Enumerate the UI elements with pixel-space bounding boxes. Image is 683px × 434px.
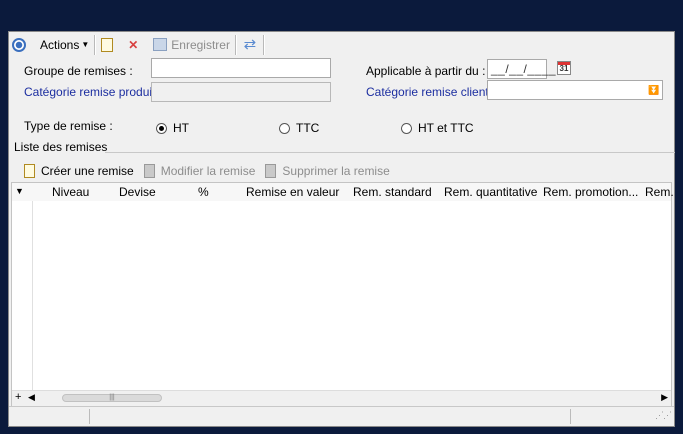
radio-ht-label: HT (173, 121, 189, 135)
toolbar-separator (234, 34, 237, 55)
radio-ttc-button[interactable] (279, 122, 290, 134)
row-selector-icon[interactable]: ▼ (15, 186, 24, 196)
radio-ht-ttc[interactable]: HT et TTC (401, 121, 474, 135)
date-input[interactable]: __/__/____ (487, 59, 556, 79)
scroll-right-icon[interactable]: ▶ (661, 392, 668, 403)
groupe-input[interactable] (151, 58, 331, 78)
modify-button[interactable]: Modifier la remise (141, 160, 259, 182)
toolbar-separator (262, 34, 265, 55)
categorie-produit-field (151, 82, 331, 102)
delete-remise-button[interactable]: Supprimer la remise (262, 160, 392, 182)
remises-grid[interactable]: ▼ Niveau Devise % Remise en valeur Rem. … (11, 182, 674, 407)
groupe-label: Groupe de remises : (24, 64, 133, 78)
status-separator (89, 409, 90, 424)
column-header[interactable]: Rem. (645, 185, 674, 199)
create-label: Créer une remise (41, 164, 134, 178)
radio-ht-button[interactable] (156, 122, 167, 134)
refresh-icon: ⇄ (243, 35, 257, 53)
delete-icon: ✕ (128, 37, 139, 52)
status-bar: ⋰⋰ (9, 406, 674, 426)
toolbar-separator (94, 34, 97, 55)
column-header[interactable]: % (198, 185, 209, 199)
resize-grip-icon[interactable]: ⋰⋰ (655, 410, 672, 421)
create-button[interactable]: Créer une remise (21, 160, 137, 182)
new-button[interactable] (98, 34, 116, 56)
calendar-icon[interactable]: 31 (557, 61, 571, 75)
refresh-button[interactable]: ⇄ (239, 34, 261, 56)
document-icon (24, 164, 35, 178)
grid-header: ▼ Niveau Devise % Remise en valeur Rem. … (12, 183, 674, 201)
actions-label: Actions (40, 37, 80, 52)
list-title: Liste des remises (14, 140, 108, 154)
actions-menu[interactable]: Actions ▼ (37, 34, 92, 56)
type-label: Type de remise : (24, 119, 113, 133)
column-header[interactable]: Rem. quantitative (444, 185, 537, 199)
chevron-down-icon[interactable]: ⏬ (647, 82, 661, 98)
categorie-client-select[interactable]: ⏬ (487, 80, 663, 100)
circle-icon (12, 37, 26, 52)
delete-remise-label: Supprimer la remise (282, 164, 390, 178)
scrollbar-thumb[interactable]: ||| (62, 394, 162, 402)
dropdown-arrow-icon: ▼ (81, 40, 90, 49)
categorie-client-label[interactable]: Catégorie remise client : (366, 85, 495, 99)
group-divider (105, 152, 675, 153)
row-header-divider (32, 201, 33, 391)
save-icon (153, 38, 168, 51)
radio-ht[interactable]: HT (156, 121, 189, 135)
list-toolbar: Créer une remise Modifier la remise Supp… (9, 160, 674, 182)
categorie-produit-label[interactable]: Catégorie remise produit : (24, 85, 162, 99)
scroll-left-icon[interactable]: ◀ (28, 392, 35, 403)
save-label: Enregistrer (171, 37, 230, 52)
applicable-label: Applicable à partir du : (366, 64, 486, 78)
column-header[interactable]: Rem. promotion... (543, 185, 638, 199)
status-separator (570, 409, 571, 424)
date-value: __/__/____ (491, 62, 557, 76)
new-document-icon (101, 37, 114, 52)
edit-document-icon (143, 164, 155, 178)
toolbar: Actions ▼ ✕ Enregistrer ⇄ (9, 32, 674, 57)
radio-ttc[interactable]: TTC (279, 121, 319, 135)
delete-document-icon (265, 164, 277, 178)
radio-ht-ttc-label: HT et TTC (418, 121, 474, 135)
horizontal-scrollbar[interactable]: + ◀ ||| ▶ (12, 390, 671, 406)
column-header[interactable]: Rem. standard (353, 185, 432, 199)
column-header[interactable]: Niveau (52, 185, 89, 199)
column-header[interactable]: Remise en valeur (246, 185, 339, 199)
remises-window: Actions ▼ ✕ Enregistrer ⇄ Groupe de remi… (8, 31, 675, 427)
radio-ttc-label: TTC (296, 121, 320, 135)
options-button[interactable] (9, 34, 29, 56)
radio-ht-ttc-button[interactable] (401, 122, 412, 134)
save-button[interactable]: Enregistrer (150, 34, 233, 56)
delete-button[interactable]: ✕ (122, 34, 144, 56)
modify-label: Modifier la remise (160, 164, 256, 178)
add-row-icon[interactable]: + (15, 391, 21, 403)
column-header[interactable]: Devise (119, 185, 156, 199)
